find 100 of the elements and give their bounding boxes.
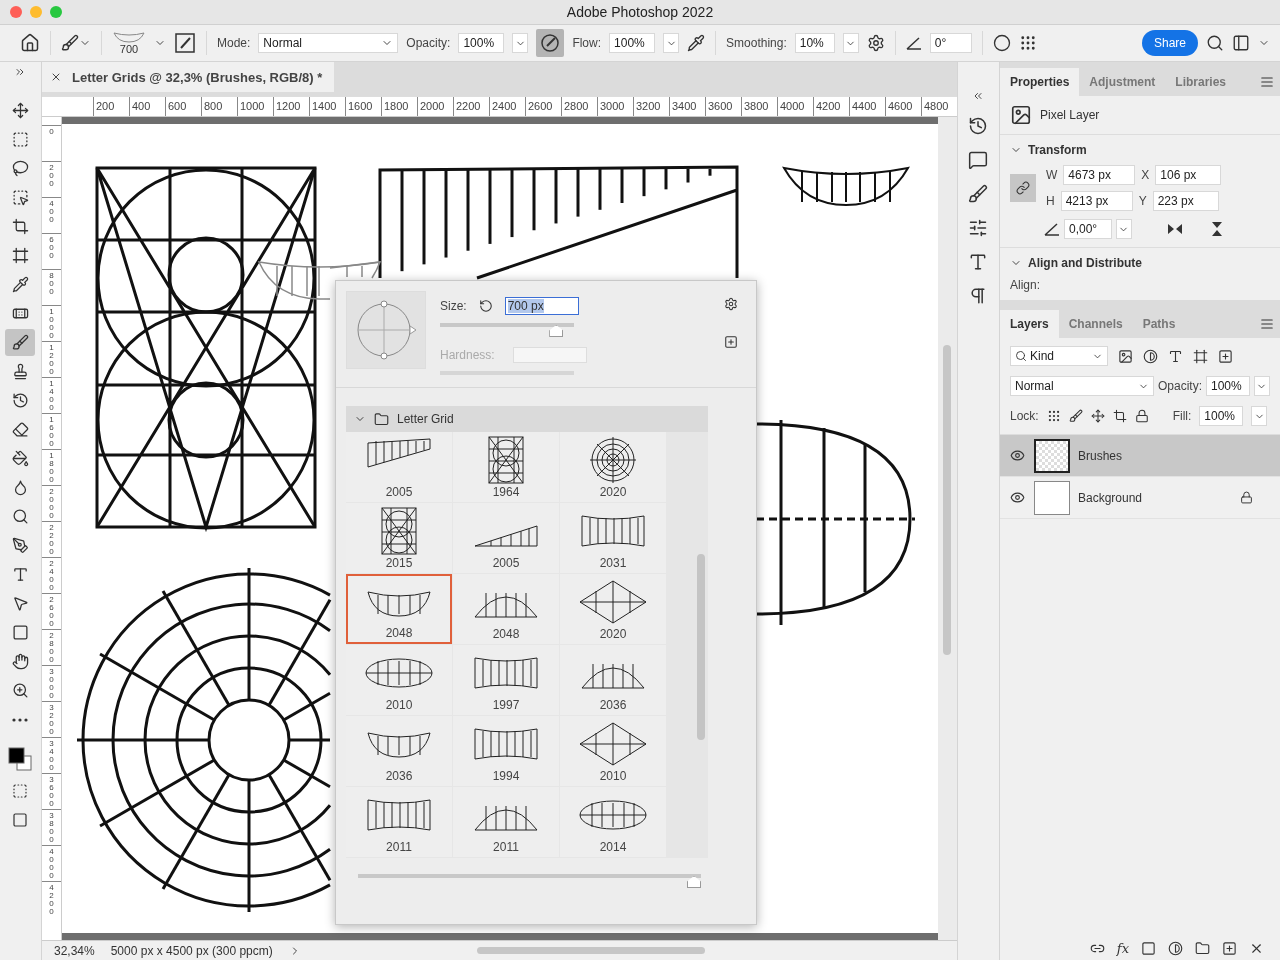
brush-preset[interactable]: 2014 bbox=[560, 787, 666, 857]
home-icon bbox=[20, 33, 40, 53]
x-field[interactable]: 106 px bbox=[1155, 165, 1222, 185]
opacity-field[interactable]: 100% bbox=[458, 33, 505, 53]
fill-field[interactable]: 100% bbox=[1199, 406, 1244, 426]
brush-panel-icon bbox=[174, 32, 196, 54]
collapse-icon[interactable] bbox=[972, 90, 985, 102]
menu-icon[interactable] bbox=[1260, 75, 1274, 89]
new-layer-icon[interactable] bbox=[1222, 940, 1237, 956]
smoothing-field[interactable]: 10% bbox=[794, 33, 835, 53]
new-preset-icon[interactable] bbox=[724, 335, 738, 349]
share-button[interactable]: Share bbox=[1141, 30, 1198, 56]
y-field[interactable]: 223 px bbox=[1152, 191, 1219, 211]
layer-row[interactable]: Background bbox=[999, 477, 1280, 519]
smoothing-label: Smoothing: bbox=[726, 36, 787, 50]
panel-tab[interactable]: Properties bbox=[999, 68, 1080, 96]
brush-preset[interactable]: 2031 bbox=[560, 503, 666, 573]
adjustment-filter-icon[interactable] bbox=[1142, 348, 1158, 364]
brush-tip-drawing bbox=[474, 728, 538, 760]
lock-position-icon[interactable] bbox=[1090, 409, 1105, 423]
ruler-label: 3600 bbox=[49, 774, 54, 809]
slider-thumb[interactable] bbox=[549, 325, 564, 337]
ruler-label: 3600 bbox=[705, 97, 741, 116]
comment-icon[interactable] bbox=[968, 150, 989, 170]
brush-preset[interactable]: 2015 bbox=[346, 503, 452, 573]
section-header[interactable]: Align and Distribute bbox=[1009, 256, 1270, 270]
adjustment-icon[interactable] bbox=[1168, 940, 1183, 956]
blend-mode-select[interactable]: Normal bbox=[1009, 376, 1154, 396]
flip-vertical-icon[interactable] bbox=[1209, 220, 1224, 238]
shape-filter-icon[interactable] bbox=[1192, 348, 1208, 364]
filter-select[interactable]: Kind bbox=[1009, 346, 1108, 366]
eyedropper-icon bbox=[12, 276, 29, 293]
tool-preset-button[interactable] bbox=[61, 34, 91, 52]
home-button[interactable] bbox=[20, 33, 40, 53]
ruler-label: 3400 bbox=[669, 97, 705, 116]
brush-preset[interactable]: 2010 bbox=[560, 716, 666, 786]
angle-field[interactable]: 0,00° bbox=[1063, 219, 1112, 239]
scrollbar-thumb[interactable] bbox=[943, 345, 952, 655]
layer-row[interactable]: Brushes bbox=[999, 435, 1280, 477]
panel-tab[interactable]: Layers bbox=[999, 310, 1059, 338]
size-label: Size: bbox=[440, 299, 467, 313]
workspace-icon[interactable] bbox=[1232, 34, 1250, 52]
brush-settings-button[interactable] bbox=[174, 32, 196, 54]
brush-preset[interactable]: 2048 bbox=[453, 574, 559, 644]
history-icon[interactable] bbox=[968, 116, 989, 136]
brush-preset[interactable]: 2010 bbox=[346, 645, 452, 715]
reset-icon[interactable] bbox=[478, 299, 493, 313]
type-icon bbox=[12, 566, 29, 583]
folder-icon[interactable] bbox=[1195, 940, 1210, 956]
brush-preset[interactable]: 2005 bbox=[346, 432, 452, 502]
image-filter-icon[interactable] bbox=[1117, 348, 1133, 364]
smart-object-filter-icon[interactable] bbox=[1217, 348, 1233, 364]
slider-thumb[interactable] bbox=[687, 876, 701, 888]
sliders-icon[interactable] bbox=[968, 218, 989, 238]
brush-tip-drawing bbox=[365, 658, 433, 688]
brush-preset[interactable]: 1964 bbox=[453, 432, 559, 502]
brush-size-text: 700 bbox=[119, 43, 139, 55]
brush-preset[interactable]: 2048 bbox=[346, 574, 452, 644]
scrollbar-thumb[interactable] bbox=[697, 554, 705, 740]
opacity-field[interactable]: 100% bbox=[1206, 376, 1250, 396]
lock-paint-icon[interactable] bbox=[1068, 409, 1083, 423]
brush-preset[interactable]: 2020 bbox=[560, 432, 666, 502]
ruler-label: 2000 bbox=[417, 97, 453, 116]
size-field[interactable]: 700 px bbox=[504, 297, 579, 315]
flow-field[interactable]: 100% bbox=[609, 33, 656, 53]
menu-icon[interactable] bbox=[1260, 317, 1274, 331]
eye-icon[interactable] bbox=[1009, 448, 1025, 463]
hardness-label: Hardness: bbox=[440, 348, 495, 362]
type-filter-icon[interactable] bbox=[1167, 348, 1183, 364]
brush-preset[interactable]: 2005 bbox=[453, 503, 559, 573]
mode-select[interactable]: Normal bbox=[258, 33, 399, 53]
folder-row[interactable]: Letter Grid bbox=[346, 406, 708, 432]
close-icon[interactable] bbox=[50, 71, 62, 83]
lock-icon[interactable] bbox=[1134, 409, 1149, 423]
brush-preset[interactable]: 2036 bbox=[346, 716, 452, 786]
brush-preset[interactable]: 2011 bbox=[346, 787, 452, 857]
brush-preset[interactable]: 2020 bbox=[560, 574, 666, 644]
height-field[interactable]: 4213 px bbox=[1060, 191, 1133, 211]
mode-label: Mode: bbox=[217, 36, 251, 50]
pressure-opacity-button[interactable] bbox=[536, 29, 565, 57]
frame-icon bbox=[12, 247, 29, 264]
link-button[interactable] bbox=[1009, 174, 1036, 202]
settings-icon[interactable] bbox=[724, 297, 738, 311]
flip-horizontal-icon[interactable] bbox=[1165, 222, 1184, 236]
angle-field[interactable]: 0° bbox=[929, 33, 972, 53]
brush-panel-icon[interactable] bbox=[968, 184, 989, 204]
brush-preset[interactable]: 1997 bbox=[453, 645, 559, 715]
brush-preset[interactable]: 2036 bbox=[560, 645, 666, 715]
search-icon[interactable] bbox=[1206, 34, 1224, 52]
ruler-label: 3000 bbox=[597, 97, 633, 116]
width-field[interactable]: 4673 px bbox=[1063, 165, 1136, 185]
brush-preset[interactable]: 2011 bbox=[453, 787, 559, 857]
brush-preset[interactable]: 1994 bbox=[453, 716, 559, 786]
fx-button[interactable]: fx bbox=[1116, 940, 1129, 956]
scrollbar-thumb[interactable] bbox=[476, 947, 705, 954]
hardness-field[interactable] bbox=[512, 347, 587, 363]
tool-button[interactable] bbox=[5, 329, 36, 356]
settings-icon[interactable] bbox=[866, 34, 885, 52]
section-header[interactable]: Transform bbox=[1009, 143, 1270, 157]
eye-icon[interactable] bbox=[1009, 490, 1025, 505]
